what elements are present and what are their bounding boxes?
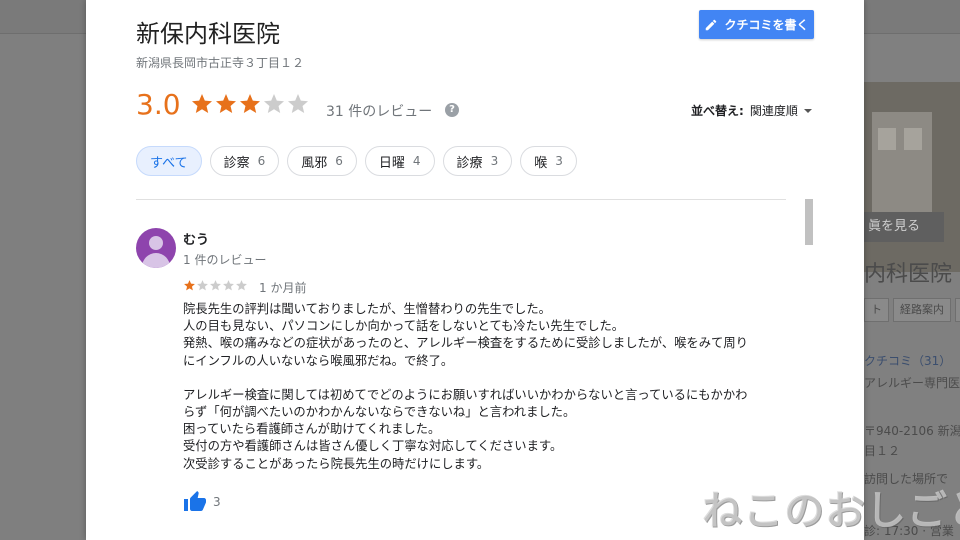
filter-chip-label: すべて: [150, 155, 188, 171]
star-empty-icon: [223, 280, 234, 291]
reviewer-name[interactable]: むう: [183, 229, 209, 248]
sort-label: 並べ替え:: [691, 104, 744, 118]
star-empty-icon: [236, 280, 247, 291]
average-rating: 3.0: [136, 88, 181, 121]
place-address: 新潟県長岡市古正寺３丁目１２: [136, 56, 305, 70]
default-avatar-icon[interactable]: [136, 228, 176, 268]
star-empty-icon: [288, 94, 308, 113]
review-line: 発熱、喉の痛みなどの症状があったのと、アレルギー検査をするために受診しましたが、…: [183, 336, 748, 351]
average-rating-stars: [190, 92, 310, 116]
star-filled-icon: [216, 94, 236, 113]
filter-chip-all[interactable]: すべて: [136, 146, 202, 176]
filter-chip-label: 診療: [456, 155, 483, 171]
like-button[interactable]: 3: [183, 490, 221, 514]
star-filled-icon: [240, 94, 260, 113]
filter-chip-count: 4: [412, 154, 421, 168]
sort-dropdown[interactable]: 並べ替え: 関連度順: [691, 102, 812, 119]
write-review-label: クチコミを書く: [724, 18, 809, 32]
background-place-photo: [864, 82, 960, 272]
background-postal: 〒940-2106 新潟: [864, 424, 960, 438]
thumbs-up-icon: [184, 491, 206, 511]
review-line: アレルギー検査に関しては初めてでどのようにお願いすればいいかわからないと言ってい…: [183, 387, 748, 402]
filter-chip-label: 風邪: [301, 155, 328, 171]
filter-chip-count: 3: [555, 154, 563, 168]
star-empty-icon: [264, 94, 284, 113]
scrollbar-thumb[interactable]: [805, 199, 813, 245]
background-category: アレルギー専門医: [864, 376, 960, 390]
review-line: 受付の方や看護師さんは皆さん優しく丁寧な対応してくださいます。: [183, 439, 563, 454]
pencil-icon: [706, 19, 717, 30]
place-name: 新保内科医院: [136, 20, 280, 48]
review-line: 院長先生の評判は聞いておりましたが、生憎替わりの先生でした。: [183, 302, 551, 316]
background-photo-button: 眞を見る: [864, 212, 944, 242]
background-left: [0, 34, 86, 540]
filter-chip-label: 日曜: [378, 155, 405, 171]
review-line: 次受診することがあったら院長先生の時だけにします。: [183, 456, 490, 471]
like-count: 3: [213, 495, 221, 509]
review-body: 院長先生の評判は聞いておりましたが、生憎替わりの先生でした。 人の目も見ない、パ…: [183, 301, 788, 473]
star-empty-icon: [197, 280, 208, 291]
background-place-listing: 眞を見る 内科医院 ト経路案内保 クチコミ（31） アレルギー専門医 〒940-…: [864, 34, 960, 540]
review-line: 困っていたら看護師さんが助けてくれました。: [183, 422, 441, 437]
topic-filter-chips: すべて 診察 6 風邪 6 日曜 4 診療 3 喉3: [136, 146, 585, 176]
watermark: ねこのおしごと: [702, 488, 960, 534]
filter-chip-count: 3: [490, 154, 499, 168]
review-count[interactable]: 31 件のレビュー: [326, 101, 432, 121]
background-chip: ト: [864, 298, 889, 322]
star-filled-icon: [184, 280, 195, 291]
background-review-link: クチコミ（31）: [864, 354, 952, 368]
background-place-name: 内科医院: [864, 262, 953, 287]
filter-chip-kaze[interactable]: 風邪 6: [287, 146, 357, 176]
reviewer-review-count: 1 件のレビュー: [183, 253, 267, 267]
filter-chip-count: 6: [335, 154, 343, 168]
help-icon[interactable]: ?: [445, 103, 459, 117]
star-filled-icon: [192, 94, 212, 113]
filter-chip-label: 診察: [223, 155, 250, 171]
filter-chip-shinryou[interactable]: 診療 3: [442, 146, 513, 176]
review-line: 人の目も見ない、パソコンにしか向かって話をしないとても冷たい先生でした。: [183, 319, 625, 334]
background-action-chips: ト経路案内保: [864, 298, 960, 324]
divider: [136, 199, 786, 200]
review-line: らず「何が調べたいのかわかんないならできないね」と言われました。: [183, 405, 576, 420]
sort-value: 関連度順: [749, 104, 798, 118]
reviews-dialog: 新保内科医院 新潟県長岡市古正寺３丁目１２ クチコミを書く 3.0 31 件のレ…: [86, 0, 864, 540]
filter-chip-nichiyou[interactable]: 日曜 4: [364, 146, 435, 176]
filter-chip-shinsatsu[interactable]: 診察 6: [209, 146, 280, 176]
review-line: にインフルの人いないなら喉風邪だね。で終了。: [183, 353, 454, 368]
write-review-button[interactable]: クチコミを書く: [699, 10, 814, 39]
review-rating-stars: [183, 279, 248, 292]
background-address: 目１２: [864, 444, 901, 458]
background-chip: 保: [955, 298, 960, 322]
review-date: 1 か月前: [259, 281, 307, 295]
caret-down-icon: [803, 108, 812, 113]
filter-chip-count: 6: [257, 154, 266, 168]
star-empty-icon: [210, 280, 221, 291]
filter-chip-label: 喉: [534, 155, 548, 171]
background-chip: 経路案内: [893, 298, 951, 322]
filter-chip-nodo[interactable]: 喉3: [520, 146, 577, 176]
